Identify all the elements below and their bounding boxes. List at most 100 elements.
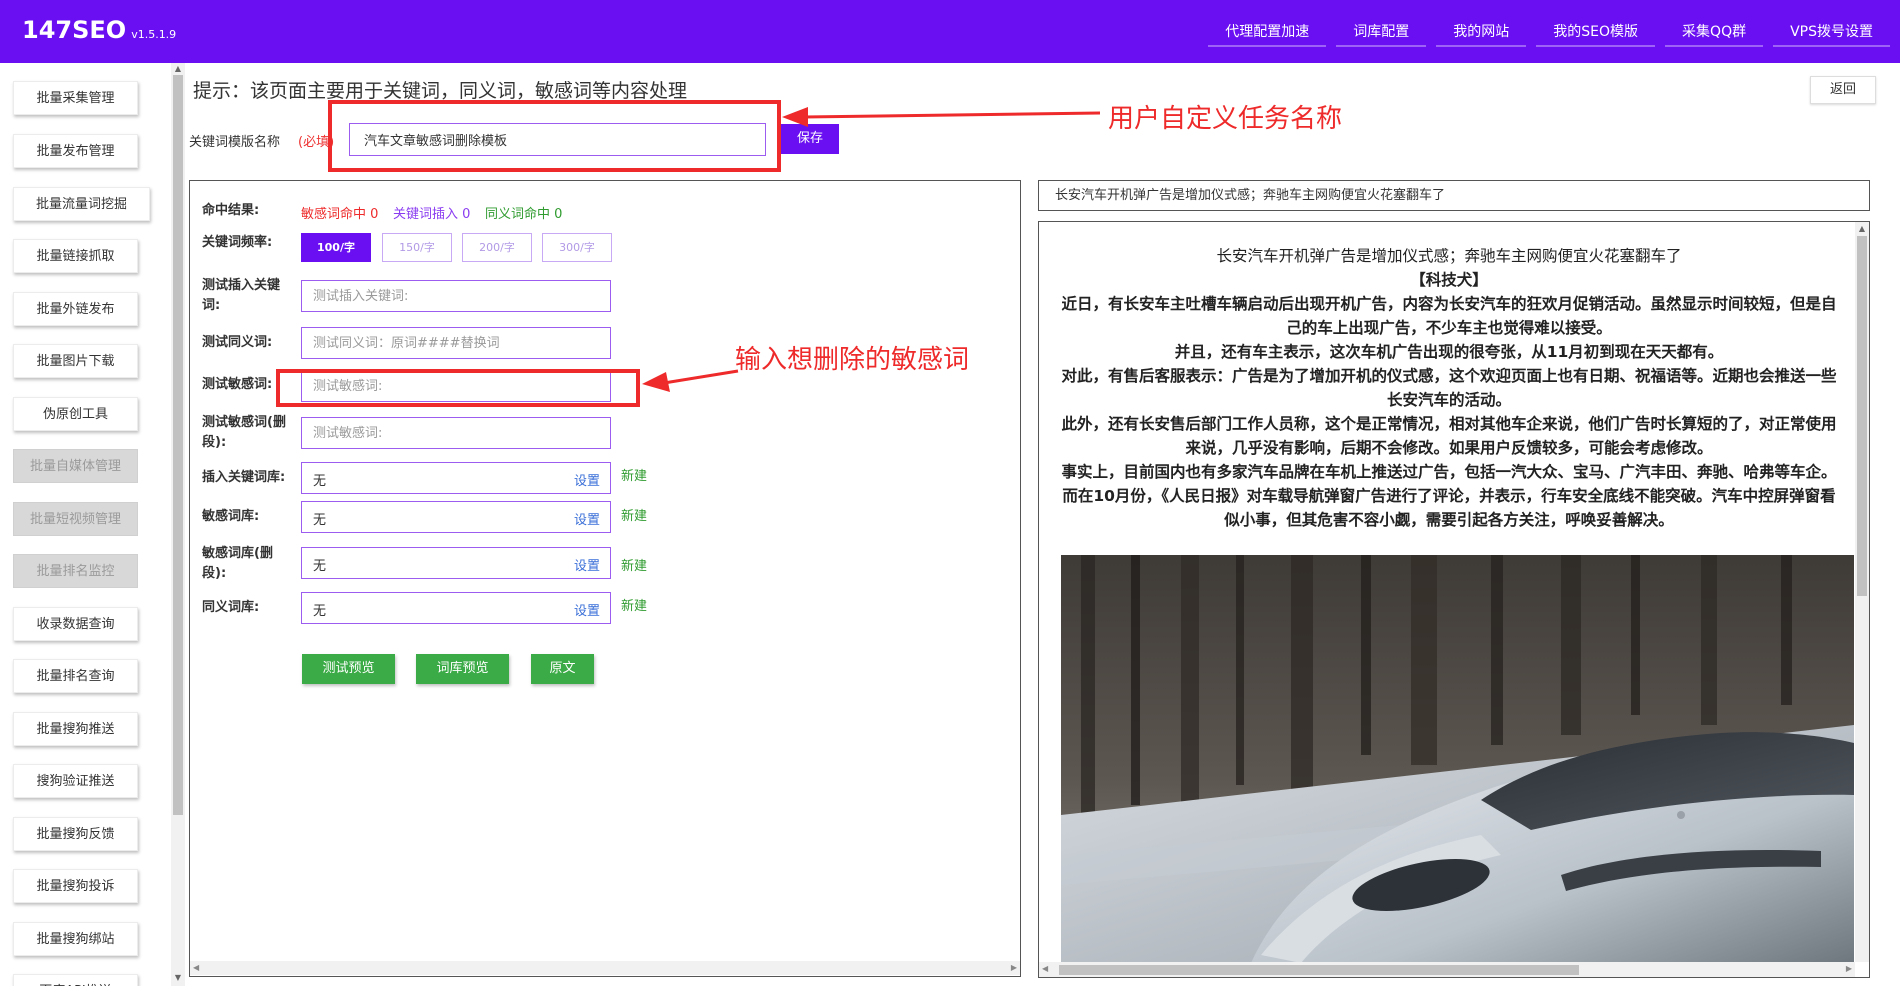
preview-title-bar: 长安汽车开机弹广告是增加仪式感；奔驰车主网购便宜火花塞翻车了 [1038,180,1870,211]
synonym-lib-value: 无 [313,604,327,619]
test-preview-button[interactable]: 测试预览 [302,654,395,684]
top-nav: 代理配置加速 词库配置 我的网站 我的SEO模版 采集QQ群 VPS拨号设置 [1198,17,1890,47]
freq-option-150[interactable]: 150/字 [382,233,452,262]
annotation-box-sensitive [276,369,640,407]
sidebar-item-rank-monitor[interactable]: 批量排名监控 [13,554,138,588]
sidebar-item-backlink-publish[interactable]: 批量外链发布 [13,292,138,326]
article-paragraph: 并且，还有车主表示，这次车机广告出现的很夸张，从11月初到现在天天都有。 [1174,343,1724,361]
sensitive-seg-lib-field[interactable]: 无 设置 [301,547,611,579]
sensitive-lib-new-link[interactable]: 新建 [621,505,647,524]
sensitive-seg-label: 测试敏感词(删段): [202,415,286,450]
sidebar-item-sogou-verify-push[interactable]: 搜狗验证推送 [13,764,138,798]
preview-hscrollbar[interactable]: ◀ ▶ [1039,962,1855,977]
sidebar-item-sogou-push[interactable]: 批量搜狗推送 [13,712,138,746]
sensitive-seg-lib-label: 敏感词库(删段): [202,546,273,581]
insert-keyword-lib-new-link[interactable]: 新建 [621,465,647,484]
nav-lexicon-config[interactable]: 词库配置 [1336,17,1427,47]
top-bar: 147SEO v1.5.1.9 代理配置加速 词库配置 我的网站 我的SEO模版 … [0,0,1900,63]
nav-my-sites[interactable]: 我的网站 [1436,17,1527,47]
insert-keyword-lib-label: 插入关键词库: [202,470,286,485]
test-sensitive-seg-input[interactable] [301,417,611,449]
preview-hscroll-thumb[interactable] [1059,965,1579,975]
test-synonym-input[interactable] [301,327,611,359]
sensitive-lib-set-link[interactable]: 设置 [574,509,600,528]
annotation-arrow-icon [642,369,739,392]
article-source: 【科技犬】 [1410,271,1488,289]
sidebar-item-baidu-api-push[interactable]: 百度API推送 [13,974,138,986]
sensitive-seg-lib-set-link[interactable]: 设置 [574,555,600,574]
preview-vscroll-thumb[interactable] [1857,236,1867,596]
scroll-up-icon[interactable]: ▲ [173,64,183,74]
sidebar-item-sogou-feedback[interactable]: 批量搜狗反馈 [13,817,138,851]
insert-keyword-label: 测试插入关键词: [202,278,281,313]
sidebar-item-link-crawl[interactable]: 批量链接抓取 [13,239,138,273]
test-panel-hscrollbar[interactable]: ◀ ▶ [190,961,1020,975]
insert-keyword-lib-field[interactable]: 无 设置 [301,462,611,494]
freq-option-100[interactable]: 100/字 [301,233,371,262]
article-paragraph: 近日，有长安车主吐槽车辆启动后出现开机广告，内容为长安汽车的狂欢月促销活动。虽然… [1061,295,1837,337]
sidebar-item-short-video[interactable]: 批量短视频管理 [13,502,138,536]
template-name-label: 关键词模版名称 [189,135,281,150]
article-title: 长安汽车开机弹广告是增加仪式感；奔驰车主网购便宜火花塞翻车了 [1216,247,1682,265]
insert-keyword-lib-value: 无 [313,474,327,489]
result-label: 命中结果: [202,203,260,218]
sidebar-item-media-manage[interactable]: 批量自媒体管理 [13,449,138,483]
article-car-image [1061,555,1854,963]
sensitive-label: 测试敏感词: [202,377,273,392]
sidebar-item-image-download[interactable]: 批量图片下载 [13,344,138,378]
sidebar-item-sogou-bind-site[interactable]: 批量搜狗绑站 [13,922,138,956]
sidebar-item-sogou-complaint[interactable]: 批量搜狗投诉 [13,869,138,903]
result-synonym-count: 同义词命中 0 [485,207,563,222]
scroll-right-icon[interactable]: ▶ [1011,963,1017,972]
scroll-right-icon[interactable]: ▶ [1846,964,1852,973]
nav-collect-qq-group[interactable]: 采集QQ群 [1665,17,1764,47]
annotation-sensitive: 输入想删除的敏感词 [735,345,970,375]
page-hint: 提示：该页面主要用于关键词，同义词，敏感词等内容处理 [193,80,688,102]
scroll-up-icon[interactable]: ▲ [1857,224,1867,234]
result-keyword-count: 关键词插入 0 [393,207,471,222]
article-body: 长安汽车开机弹广告是增加仪式感；奔驰车主网购便宜火花塞翻车了 【科技犬】 近日，… [1061,244,1837,532]
freq-label: 关键词频率: [202,235,273,250]
synonym-lib-label: 同义词库: [202,600,260,615]
insert-keyword-lib-set-link[interactable]: 设置 [574,470,600,489]
sidebar-item-batch-collect[interactable]: 批量采集管理 [13,81,138,115]
scroll-down-icon[interactable]: ▼ [173,973,183,983]
scroll-left-icon[interactable]: ◀ [193,963,199,972]
sidebar-scroll-thumb[interactable] [173,75,183,815]
freq-option-300[interactable]: 300/字 [542,233,612,262]
nav-proxy-config[interactable]: 代理配置加速 [1208,17,1327,47]
sidebar-scrollbar[interactable]: ▲ ▼ [171,63,185,986]
annotation-arrow-icon [782,107,1101,127]
sidebar-item-pseudo-original[interactable]: 伪原创工具 [13,397,138,431]
test-insert-keyword-input[interactable] [301,280,611,312]
result-sensitive-count: 敏感词命中 0 [301,207,379,222]
sensitive-seg-lib-value: 无 [313,559,327,574]
sidebar-item-batch-publish[interactable]: 批量发布管理 [13,134,138,168]
annotation-box-task-name [328,100,781,172]
sensitive-lib-field[interactable]: 无 设置 [301,501,611,533]
sidebar-item-index-query[interactable]: 收录数据查询 [13,607,138,641]
app-logo[interactable]: 147SEO v1.5.1.9 [22,16,176,44]
annotation-task-name: 用户自定义任务名称 [1108,104,1343,134]
app-version: v1.5.1.9 [131,28,177,41]
synonym-lib-new-link[interactable]: 新建 [621,595,647,614]
article-paragraph: 而在10月份，《人民日报》对车载导航弹窗广告进行了评论，并表示，行车安全底线不能… [1062,487,1836,529]
article-preview: 长安汽车开机弹广告是增加仪式感；奔驰车主网购便宜火花塞翻车了 【科技犬】 近日，… [1038,221,1870,978]
freq-option-200[interactable]: 200/字 [462,233,532,262]
sensitive-lib-label: 敏感词库: [202,509,260,524]
article-paragraph: 事实上，目前国内也有多家汽车品牌在车机上推送过广告，包括一汽大众、宝马、广汽丰田… [1061,463,1837,481]
sidebar-item-traffic-keyword-mining[interactable]: 批量流量词挖掘 [13,187,150,221]
synonym-lib-set-link[interactable]: 设置 [574,600,600,619]
lib-preview-button[interactable]: 词库预览 [416,654,509,684]
back-button[interactable]: 返回 [1810,76,1876,104]
original-button[interactable]: 原文 [531,654,594,684]
scroll-left-icon[interactable]: ◀ [1042,964,1048,973]
nav-my-seo-templates[interactable]: 我的SEO模版 [1536,17,1656,47]
nav-vps-dial-settings[interactable]: VPS拨号设置 [1773,17,1890,47]
synonym-lib-field[interactable]: 无 设置 [301,592,611,624]
sensitive-lib-value: 无 [313,513,327,528]
sensitive-seg-lib-new-link[interactable]: 新建 [621,555,647,574]
preview-vscrollbar[interactable]: ▲ [1855,222,1869,962]
sidebar-item-rank-query[interactable]: 批量排名查询 [13,659,138,693]
app-name: 147SEO [22,16,127,44]
